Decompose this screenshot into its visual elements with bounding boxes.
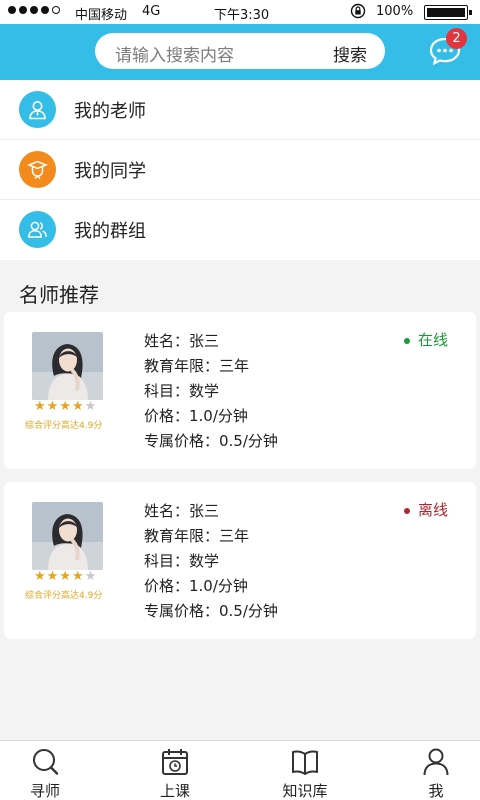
message-badge: 2 — [446, 28, 467, 49]
status-dot-icon — [403, 507, 410, 514]
teacher-subject: 科目：数学 — [144, 382, 220, 400]
status-badge: 在线 — [403, 329, 448, 351]
teacher-avatar — [32, 332, 103, 400]
tab-label: 上课 — [159, 782, 190, 800]
teacher-vip-price: 专属价格：0.5/分钟 — [144, 602, 278, 620]
tab-find-teacher[interactable]: 寻师 — [0, 741, 90, 800]
rotation-lock-icon — [350, 3, 366, 19]
clock: 下午3:30 — [214, 8, 270, 23]
teacher-name: 姓名：张三 — [144, 502, 220, 520]
search-input[interactable]: 请输入搜索内容 — [115, 41, 234, 66]
search-button[interactable]: 搜索 — [333, 41, 367, 66]
menu-item-my-classmates[interactable]: 我的同学 — [0, 140, 480, 200]
teacher-icon — [19, 91, 56, 128]
rating-stars: ★★★★★ — [34, 399, 98, 414]
tab-label: 我 — [428, 782, 444, 800]
status-bar: 中国移动 4G 下午3:30 100% — [0, 0, 480, 24]
group-icon — [19, 211, 56, 248]
rating-note: 综合评分高达4.9分 — [25, 591, 103, 601]
classmate-icon — [19, 151, 56, 188]
person-icon — [423, 748, 449, 776]
tab-label: 知识库 — [282, 782, 328, 800]
book-icon — [292, 750, 318, 775]
menu-item-my-groups[interactable]: 我的群组 — [0, 200, 480, 260]
teacher-card[interactable]: ★★★★★ 综合评分高达4.9分 姓名：张三 教育年限：三年 科目：数学 价格：… — [4, 312, 476, 469]
top-header: 请输入搜索内容 搜索 2 — [0, 24, 480, 80]
status-text: 在线 — [417, 331, 448, 349]
teacher-price: 价格：1.0/分钟 — [144, 577, 248, 595]
teacher-vip-price: 专属价格：0.5/分钟 — [144, 432, 278, 450]
battery-percent: 100% — [376, 4, 414, 19]
tab-knowledge-base[interactable]: 知识库 — [260, 741, 350, 800]
contacts-menu: 我的老师 我的同学 我的群组 — [0, 80, 480, 260]
teacher-years: 教育年限：三年 — [144, 357, 250, 375]
menu-item-label: 我的老师 — [74, 101, 146, 122]
signal-strength-icon — [8, 6, 60, 14]
status-text: 离线 — [417, 501, 448, 519]
tab-me[interactable]: 我 — [391, 741, 480, 800]
rating-note: 综合评分高达4.9分 — [25, 421, 103, 431]
teacher-years: 教育年限：三年 — [144, 527, 250, 545]
teacher-name: 姓名：张三 — [144, 332, 220, 350]
rating-stars: ★★★★★ — [34, 569, 98, 584]
menu-item-label: 我的群组 — [74, 221, 146, 242]
menu-item-my-teachers[interactable]: 我的老师 — [0, 80, 480, 140]
menu-item-label: 我的同学 — [74, 161, 146, 182]
calendar-icon — [162, 749, 188, 775]
teacher-subject: 科目：数学 — [144, 552, 220, 570]
teacher-info: 姓名：张三 教育年限：三年 科目：数学 价格：1.0/分钟 专属价格：0.5/分… — [144, 499, 278, 624]
battery-icon — [424, 5, 472, 20]
status-badge: 离线 — [403, 499, 448, 521]
teacher-price: 价格：1.0/分钟 — [144, 407, 248, 425]
search-icon — [33, 749, 59, 775]
tab-class[interactable]: 上课 — [130, 741, 220, 800]
bottom-tab-bar: 寻师 上课 知识库 我 — [0, 740, 480, 800]
status-dot-icon — [403, 337, 410, 344]
search-bar[interactable]: 请输入搜索内容 搜索 — [95, 33, 385, 69]
network-type: 4G — [142, 4, 161, 19]
section-title-featured-teachers: 名师推荐 — [19, 283, 99, 307]
teacher-info: 姓名：张三 教育年限：三年 科目：数学 价格：1.0/分钟 专属价格：0.5/分… — [144, 329, 278, 454]
carrier-name: 中国移动 — [75, 8, 128, 23]
teacher-avatar — [32, 502, 103, 570]
tab-label: 寻师 — [29, 782, 60, 800]
teacher-card[interactable]: ★★★★★ 综合评分高达4.9分 姓名：张三 教育年限：三年 科目：数学 价格：… — [4, 482, 476, 639]
